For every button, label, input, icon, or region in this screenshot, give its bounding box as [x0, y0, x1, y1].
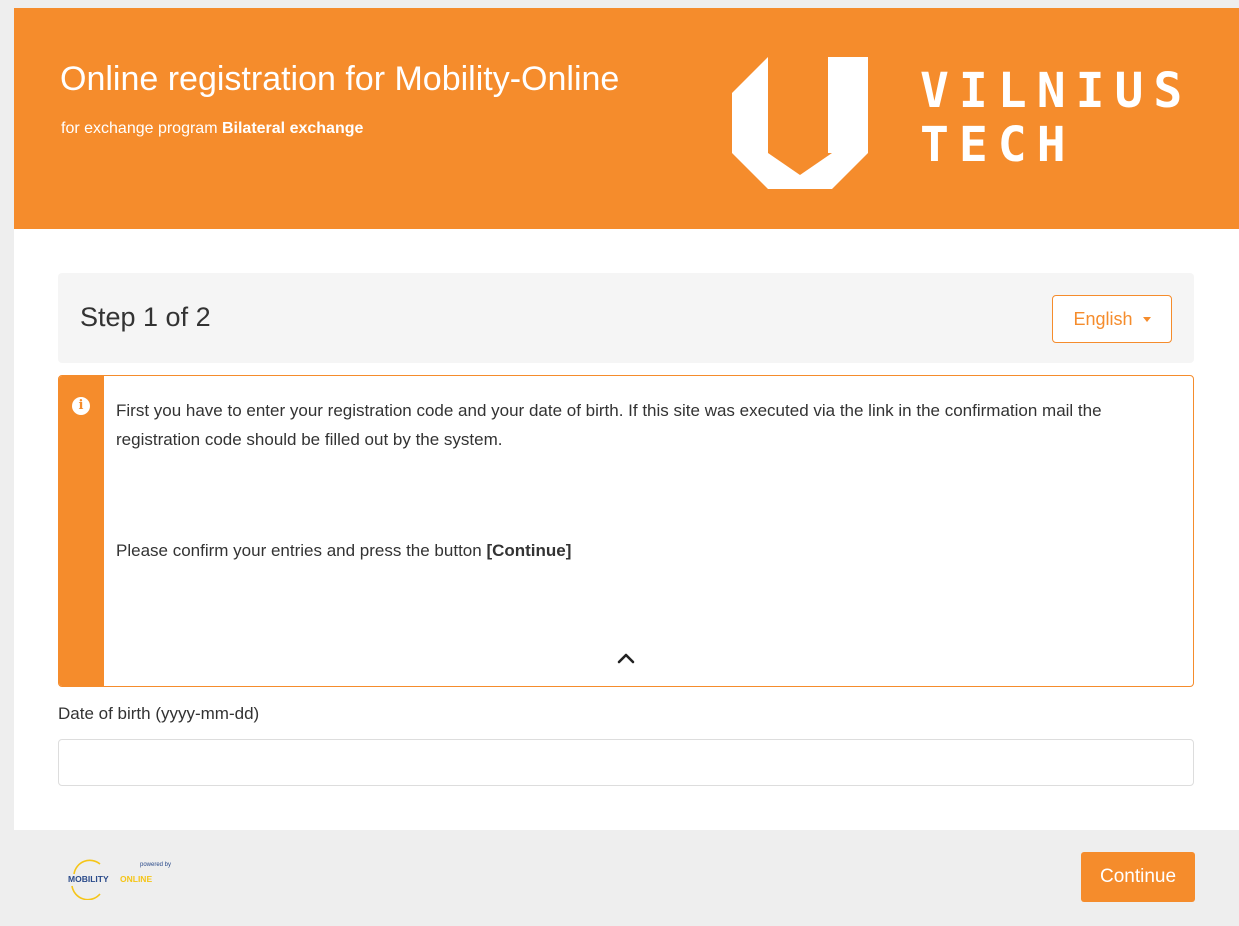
page-title: Online registration for Mobility-Online — [60, 60, 620, 98]
info-icon: i — [72, 397, 90, 415]
page-subtitle: for exchange program Bilateral exchange — [61, 120, 363, 138]
subtitle-prefix: for exchange program — [61, 120, 222, 137]
info-stripe: i — [59, 376, 104, 686]
continue-button[interactable]: Continue — [1081, 852, 1195, 902]
info-box: i First you have to enter your registrat… — [58, 375, 1194, 687]
powered-by-text: powered by — [140, 862, 171, 868]
footer-bar: powered by MOBILITY ONLINE Continue — [14, 830, 1239, 926]
mobility-online-logo-icon: powered by MOBILITY ONLINE — [68, 859, 171, 900]
info-text-confirm-prefix: Please confirm your entries and press th… — [116, 541, 487, 560]
info-text-confirm-button-ref: [Continue] — [486, 541, 572, 560]
brand-text-online: ONLINE — [120, 874, 152, 884]
vilnius-tech-logo-text: VILNIUS TECH — [920, 64, 1192, 172]
page-card: Online registration for Mobility-Online … — [14, 8, 1239, 926]
step-panel: Step 1 of 2 English — [58, 273, 1194, 363]
date-of-birth-input[interactable] — [58, 739, 1194, 786]
language-dropdown[interactable]: English — [1052, 295, 1172, 343]
step-indicator: Step 1 of 2 — [80, 302, 211, 332]
caret-down-icon — [1142, 316, 1151, 322]
exchange-program-name: Bilateral exchange — [221, 120, 364, 137]
logo-line-1: VILNIUS — [920, 63, 1193, 119]
info-text-confirm: Please confirm your entries and press th… — [116, 536, 571, 565]
logo-line-2: TECH — [920, 117, 1076, 173]
language-dropdown-value: English — [1073, 308, 1133, 329]
chevron-up-icon[interactable] — [614, 648, 638, 668]
brand-text-mobility: MOBILITY — [68, 874, 109, 884]
header-banner: Online registration for Mobility-Online … — [14, 8, 1239, 229]
info-text-instructions: First you have to enter your registratio… — [116, 401, 1102, 449]
vilnius-tech-logo-icon — [732, 57, 868, 189]
date-of-birth-label: Date of birth (yyyy-mm-dd) — [58, 704, 260, 723]
